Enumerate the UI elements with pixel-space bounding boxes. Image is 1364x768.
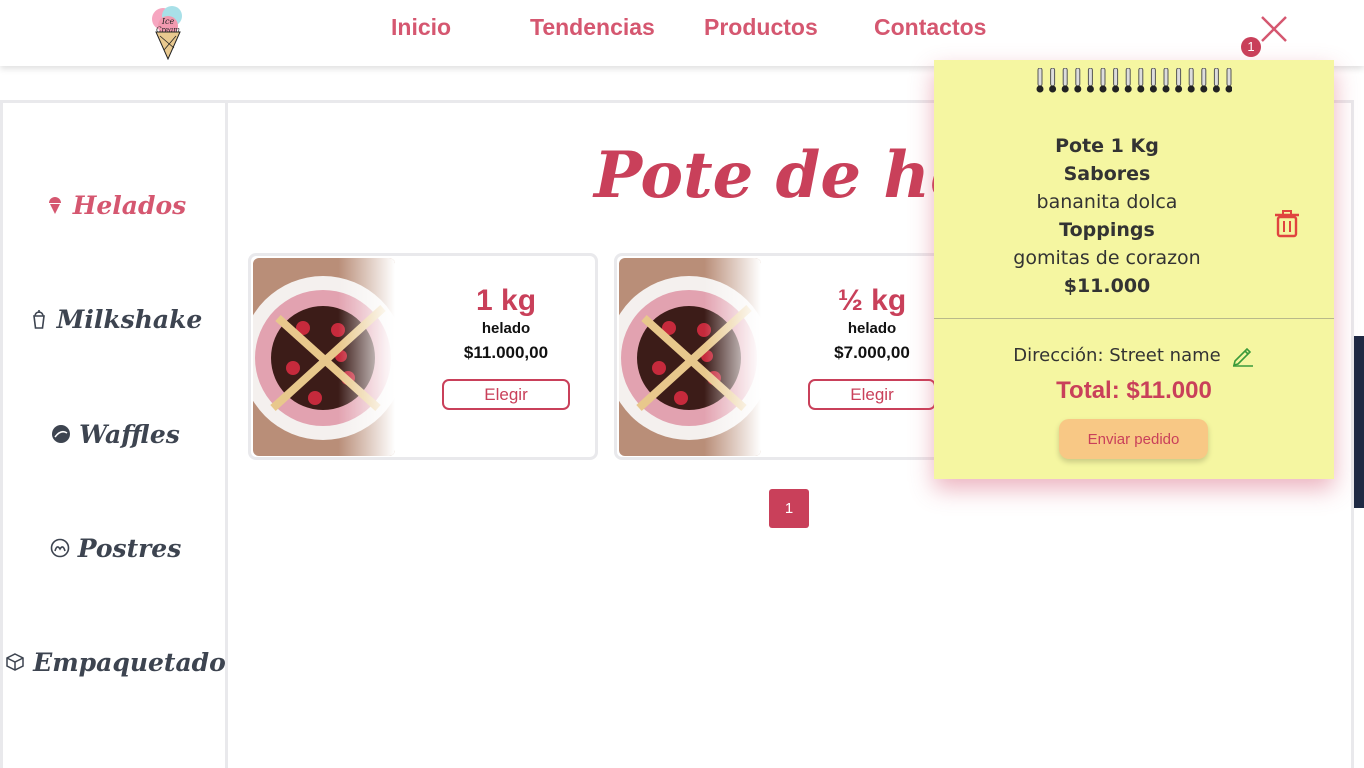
product-size: 1 kg [475,284,537,317]
product-kind: helado [481,320,531,337]
send-order-button[interactable]: Enviar pedido [1059,419,1208,459]
cart-item-name: Pote 1 Kg [1055,135,1159,157]
product-size: ½ kg [837,284,907,317]
sidebar-item-milkshake[interactable]: Milkshake [3,299,228,339]
dessert-icon [50,538,70,558]
delivery-address: Dirección: Street name [934,343,1334,367]
ice-cream-tub-image [253,258,395,456]
cart-notepad: Pote 1 Kg Sabores bananita dolca Topping… [934,60,1334,479]
sidebar-item-postres[interactable]: Postres [3,528,228,568]
pagination-page-button[interactable]: 1 [769,489,809,528]
address-text: Dirección: Street name [1013,344,1221,366]
package-icon [6,653,24,671]
category-sidebar: Helados Milkshake Waffles Postres Empaqu… [3,103,228,768]
nav-contactos[interactable]: Contactos [874,14,986,41]
top-header: Ice Cream Inicio Tendencias Productos Co… [0,0,1364,66]
cart-item-price: $11.000 [1063,275,1151,297]
flavors-label: Sabores [1063,163,1151,185]
ice-cream-icon [48,197,61,214]
choose-button[interactable]: Elegir [442,379,570,410]
toppings-label: Toppings [1059,219,1155,241]
sidebar-item-helados[interactable]: Helados [3,185,228,225]
cart-count-badge: 1 [1241,37,1261,57]
ice-cream-logo[interactable]: Ice Cream [144,4,192,60]
toppings-value: gomitas de corazon [1013,247,1201,269]
sidebar-item-label: Helados [72,190,187,220]
close-icon[interactable] [1258,13,1290,45]
pencil-edit-icon[interactable] [1231,343,1255,367]
product-card: ½ kg helado $7.000,00 Elegir [614,253,964,460]
scrollbar-thumb[interactable] [1354,336,1364,508]
spiral-binding-icon [1036,68,1232,93]
milkshake-cup-icon [32,310,45,329]
ice-cream-tub-image [619,258,761,456]
nav-tendencias[interactable]: Tendencias [530,14,655,41]
flavors-value: bananita dolca [1036,191,1178,213]
sidebar-item-label: Empaquetado [33,647,226,677]
sidebar-item-empaquetado[interactable]: Empaquetado [3,642,228,682]
nav-productos[interactable]: Productos [704,14,818,41]
cart-item: Pote 1 Kg Sabores bananita dolca Topping… [974,132,1240,300]
product-price: $7.000,00 [834,343,910,362]
product-price: $11.000,00 [463,343,549,362]
svg-text:Cream: Cream [156,26,180,34]
cart-total: Total: $11.000 [1056,377,1212,404]
product-info: 1 kg helado $11.000,00 Elegir [431,284,581,410]
choose-button[interactable]: Elegir [808,379,936,410]
product-card: 1 kg helado $11.000,00 Elegir [248,253,598,460]
product-info: ½ kg helado $7.000,00 Elegir [797,284,947,410]
product-kind: helado [847,320,897,337]
trash-icon[interactable] [1274,210,1300,238]
sidebar-item-waffles[interactable]: Waffles [3,414,228,454]
waffle-icon [52,425,71,443]
sidebar-item-label: Milkshake [56,304,203,334]
sidebar-item-label: Postres [77,533,182,563]
nav-inicio[interactable]: Inicio [391,14,451,41]
sidebar-item-label: Waffles [79,419,180,449]
svg-text:Ice: Ice [161,17,175,26]
divider [934,318,1334,319]
